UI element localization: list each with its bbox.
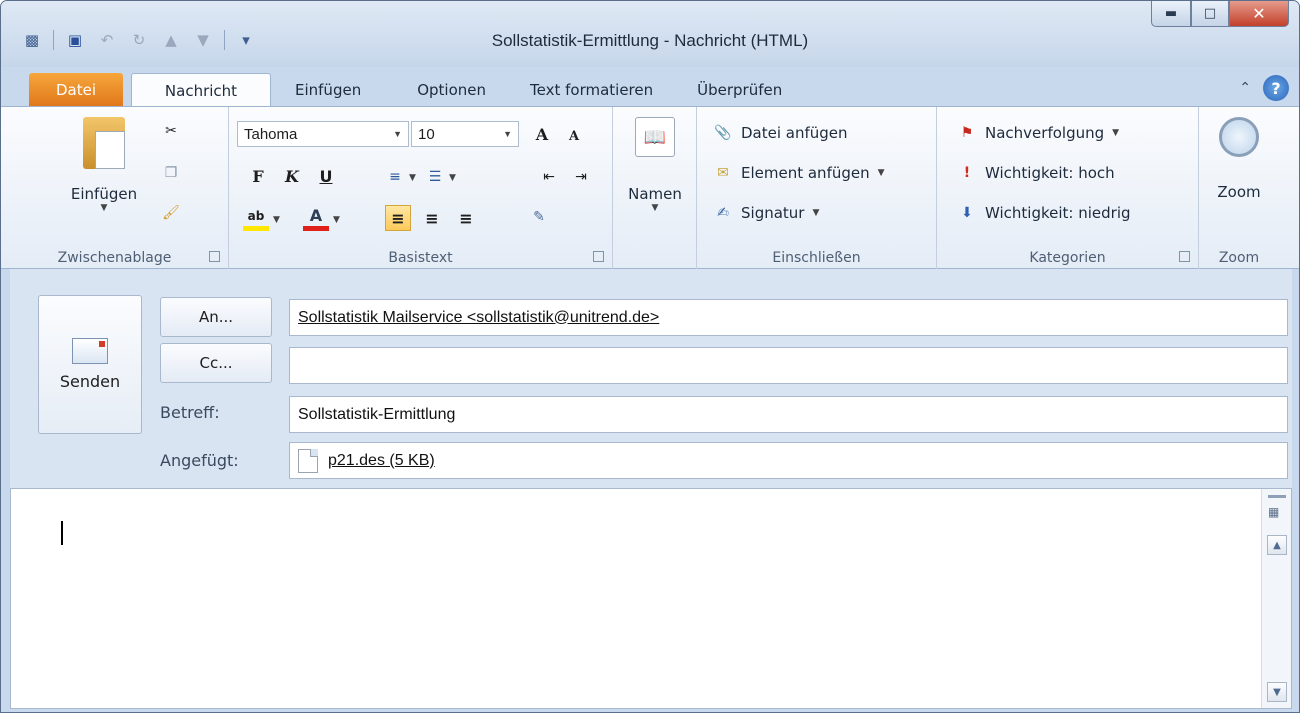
subject-field[interactable]: Sollstatistik-Ermittlung <box>289 396 1288 433</box>
paste-button[interactable]: Einfügen ▼ <box>49 117 159 213</box>
attach-file-button[interactable]: 📎 Datei anfügen <box>713 123 847 143</box>
group-clipboard: Einfügen ▼ ✂ ❐ 🖌 Zwischenablage <box>1 107 229 270</box>
group-basic-text: Tahoma ▼ 10 ▼ A A F K U ≡ ▼ ☰ ▼ ⇤ ⇥ ab ▼ A… <box>229 107 613 270</box>
exclamation-icon: ! <box>963 165 971 181</box>
window-controls: ▬ □ ✕ <box>1151 1 1289 27</box>
group-names: 📖 Namen ▼ <box>613 107 697 270</box>
attachment-link[interactable]: p21.des (5 KB) <box>328 452 435 470</box>
font-name-combo[interactable]: Tahoma ▼ <box>237 121 409 147</box>
ribbon-tabs: Datei Nachricht Einfügen Optionen Text f… <box>1 69 1299 107</box>
window-title: Sollstatistik-Ermittlung - Nachricht (HT… <box>491 31 809 50</box>
ribbon: Einfügen ▼ ✂ ❐ 🖌 Zwischenablage Tahoma ▼ … <box>1 106 1299 270</box>
group-label-basic-text: Basistext <box>388 250 453 266</box>
minimize-ribbon-icon[interactable]: ⌃ <box>1239 80 1251 96</box>
underline-button[interactable]: U <box>313 163 339 189</box>
grow-font-icon[interactable]: A <box>529 121 555 147</box>
copy-icon[interactable]: ❐ <box>161 163 181 183</box>
group-zoom: Zoom Zoom <box>1199 107 1279 270</box>
italic-button[interactable]: K <box>279 163 305 189</box>
send-button[interactable]: Senden <box>38 295 142 434</box>
tags-dialog-launcher-icon[interactable] <box>1179 251 1190 262</box>
attached-field[interactable]: p21.des (5 KB) <box>289 442 1288 479</box>
zoom-label: Zoom <box>1217 183 1261 201</box>
styles-icon[interactable]: ✎ <box>529 207 549 227</box>
align-center-icon[interactable]: ≡ <box>419 205 445 231</box>
attach-item-button[interactable]: ✉ Element anfügen ▼ <box>713 163 884 183</box>
tab-message[interactable]: Nachricht <box>131 73 271 107</box>
format-painter-icon[interactable]: 🖌 <box>161 203 181 223</box>
send-label: Senden <box>59 372 121 391</box>
high-importance-button[interactable]: ! Wichtigkeit: hoch <box>957 163 1115 183</box>
paste-label: Einfügen <box>70 185 138 203</box>
attached-label: Angefügt: <box>160 451 239 470</box>
scroll-down-button[interactable]: ▼ <box>1267 682 1287 702</box>
group-label-tags: Kategorien <box>1029 250 1106 266</box>
group-tags: ⚑ Nachverfolgung ▼ ! Wichtigkeit: hoch ⬇… <box>937 107 1199 270</box>
title-bar: ▩ ▣ ↶ ↻ ▲ ▼ ▾ Sollstatistik-Ermittlung -… <box>1 1 1299 67</box>
attach-item-icon: ✉ <box>717 165 729 181</box>
align-right-icon[interactable]: ≡ <box>453 205 479 231</box>
bullets-icon[interactable]: ≡ <box>385 167 405 187</box>
signature-icon: ✍ <box>717 205 729 221</box>
cc-button[interactable]: Cc... <box>160 343 272 383</box>
address-book-icon: 📖 <box>635 117 675 157</box>
clipboard-icon <box>83 117 125 169</box>
vertical-scrollbar[interactable]: ▦ ▲ ▼ <box>1261 489 1291 708</box>
names-label: Namen <box>628 185 682 203</box>
tab-format-text[interactable]: Text formatieren <box>512 73 671 107</box>
align-left-icon[interactable]: ≡ <box>385 205 411 231</box>
zoom-button[interactable]: Zoom <box>1205 117 1273 201</box>
close-button[interactable]: ✕ <box>1229 1 1289 27</box>
compose-area: Senden An... Cc... Betreff: Angefügt: So… <box>10 269 1292 709</box>
follow-up-button[interactable]: ⚑ Nachverfolgung ▼ <box>957 123 1119 143</box>
increase-indent-icon[interactable]: ⇥ <box>571 167 591 187</box>
subject-label: Betreff: <box>160 403 220 422</box>
tab-file[interactable]: Datei <box>29 73 123 107</box>
message-body[interactable]: ▦ ▲ ▼ <box>10 488 1292 709</box>
signature-button[interactable]: ✍ Signatur ▼ <box>713 203 819 223</box>
magnifier-icon <box>1219 117 1259 157</box>
to-button[interactable]: An... <box>160 297 272 337</box>
scroll-up-button[interactable]: ▲ <box>1267 535 1287 555</box>
bold-button[interactable]: F <box>245 163 271 189</box>
group-label-clipboard: Zwischenablage <box>57 250 172 266</box>
cc-field[interactable] <box>289 347 1288 384</box>
numbering-icon[interactable]: ☰ <box>425 167 445 187</box>
group-include: 📎 Datei anfügen ✉ Element anfügen ▼ ✍ Si… <box>697 107 937 270</box>
view-ruler-icon[interactable]: ▦ <box>1268 505 1279 519</box>
to-recipient[interactable]: Sollstatistik Mailservice <sollstatistik… <box>298 309 659 327</box>
file-icon <box>298 448 318 473</box>
shrink-font-icon[interactable]: A <box>561 123 587 149</box>
group-label-include: Einschließen <box>772 250 861 266</box>
font-color-icon[interactable]: A <box>303 205 329 231</box>
tab-options[interactable]: Optionen <box>399 73 504 107</box>
low-importance-button[interactable]: ⬇ Wichtigkeit: niedrig <box>957 203 1130 223</box>
basic-text-dialog-launcher-icon[interactable] <box>593 251 604 262</box>
outlook-message-window: ▩ ▣ ↶ ↻ ▲ ▼ ▾ Sollstatistik-Ermittlung -… <box>0 0 1300 713</box>
font-size-combo[interactable]: 10 ▼ <box>411 121 519 147</box>
names-button[interactable]: 📖 Namen ▼ <box>619 117 691 213</box>
text-caret <box>61 521 63 545</box>
clipboard-dialog-launcher-icon[interactable] <box>209 251 220 262</box>
decrease-indent-icon[interactable]: ⇤ <box>539 167 559 187</box>
ruler-toggle-icon[interactable] <box>1268 495 1286 498</box>
highlight-color-icon[interactable]: ab <box>243 205 269 231</box>
down-arrow-icon: ⬇ <box>961 205 973 221</box>
to-field[interactable]: Sollstatistik Mailservice <sollstatistik… <box>289 299 1288 336</box>
cut-icon[interactable]: ✂ <box>161 121 181 141</box>
paperclip-icon: 📎 <box>714 125 732 141</box>
group-label-zoom: Zoom <box>1218 250 1260 266</box>
flag-icon: ⚑ <box>960 125 974 141</box>
maximize-button[interactable]: □ <box>1191 1 1229 27</box>
send-envelope-icon <box>72 338 108 364</box>
minimize-button[interactable]: ▬ <box>1151 1 1191 27</box>
tab-insert[interactable]: Einfügen <box>277 73 379 107</box>
tab-review[interactable]: Überprüfen <box>679 73 800 107</box>
help-icon[interactable]: ? <box>1263 75 1289 101</box>
